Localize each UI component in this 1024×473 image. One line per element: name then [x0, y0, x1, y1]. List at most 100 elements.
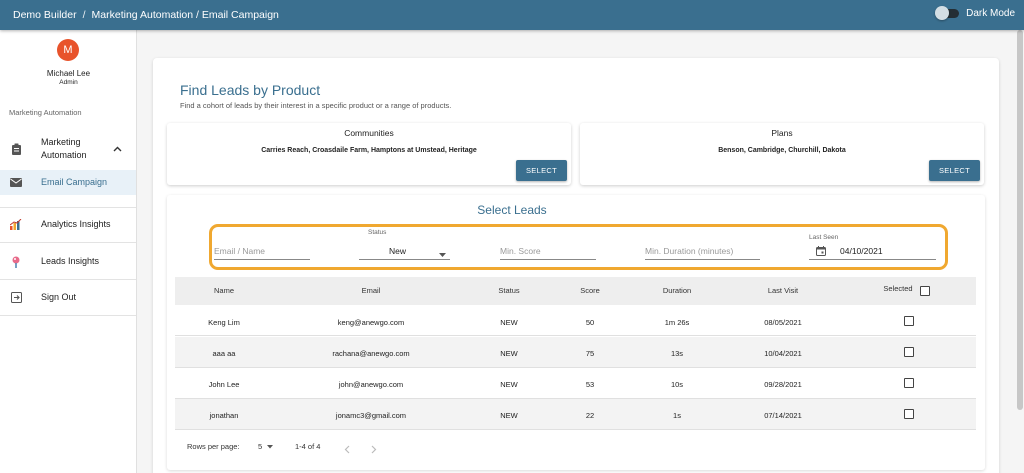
exit-icon [10, 292, 22, 304]
email-name-input[interactable]: Email / Name [214, 244, 310, 260]
page-title: Find Leads by Product [180, 82, 321, 98]
column-header-email[interactable]: Email [331, 286, 411, 295]
sidebar-item-label: Leads Insights [41, 256, 100, 266]
status-label: Status [368, 229, 387, 236]
dark-mode-control[interactable]: Dark Mode [935, 6, 1015, 20]
cell-status: NEW [500, 349, 518, 358]
cell-status: NEW [500, 411, 518, 420]
min-score-input[interactable]: Min. Score [500, 244, 596, 260]
scrollbar-thumb[interactable] [1017, 30, 1023, 410]
cell-email: john@anewgo.com [338, 380, 404, 389]
column-header-score[interactable]: Score [570, 286, 610, 295]
last-seen-label: Last Seen [809, 234, 839, 241]
cell-name: aaa aa [212, 349, 236, 358]
select-all-checkbox[interactable] [920, 286, 930, 296]
row-checkbox[interactable] [904, 347, 914, 357]
pagination-range: 1-4 of 4 [295, 442, 321, 451]
column-header-last-visit[interactable]: Last Visit [751, 286, 815, 295]
cell-last-visit: 09/28/2021 [764, 380, 802, 389]
dark-mode-label: Dark Mode [966, 8, 1015, 19]
sidebar-item-label: Analytics Insights [41, 219, 111, 229]
calendar-icon[interactable] [816, 246, 826, 258]
status-value: New [389, 246, 407, 256]
last-seen-value: 04/10/2021 [840, 246, 883, 256]
sidebar: M Michael Lee Admin Marketing Automation… [0, 30, 137, 473]
breadcrumb-root[interactable]: Demo Builder [13, 9, 77, 21]
previous-page-icon[interactable] [344, 441, 350, 459]
top-bar: Demo Builder / Marketing Automation / Em… [0, 0, 1024, 30]
status-select[interactable]: New [359, 244, 450, 260]
sidebar-section-label: Marketing Automation [9, 108, 82, 117]
cell-duration: 1s [673, 411, 681, 420]
plans-value: Benson, Cambridge, Churchill, Dakota [718, 147, 846, 154]
sidebar-item-label: Email Campaign [41, 177, 108, 187]
user-role: Admin [59, 79, 78, 86]
min-duration-input[interactable]: Min. Duration (minutes) [645, 244, 760, 260]
caret-down-icon [439, 249, 446, 259]
cell-email: rachana@anewgo.com [332, 349, 410, 358]
cell-email: jonamc3@gmail.com [335, 411, 407, 420]
page-subtitle: Find a cohort of leads by their interest… [180, 101, 452, 110]
cell-name: Keng Lim [208, 318, 240, 327]
cell-duration: 13s [670, 349, 684, 358]
cell-status: NEW [500, 318, 518, 327]
cell-name: jonathan [209, 411, 239, 420]
breadcrumb: Demo Builder / Marketing Automation / Em… [13, 9, 279, 21]
user-name: Michael Lee [46, 69, 91, 78]
cell-duration: 10s [670, 380, 684, 389]
row-checkbox[interactable] [904, 409, 914, 419]
email-name-placeholder: Email / Name [214, 246, 266, 256]
communities-card: Communities Carries Reach, Croasdaile Fa… [167, 123, 571, 185]
cell-score: 50 [585, 318, 595, 327]
cell-score: 22 [585, 411, 595, 420]
breadcrumb-current: Marketing Automation / Email Campaign [91, 9, 279, 21]
chevron-up-icon[interactable] [113, 144, 122, 154]
chart-icon [10, 219, 22, 231]
communities-value: Carries Reach, Croasdaile Farm, Hamptons… [261, 147, 477, 154]
cell-score: 75 [585, 349, 595, 358]
divider [0, 315, 136, 316]
caret-down-icon [267, 442, 274, 451]
cell-email: keng@anewgo.com [337, 318, 405, 327]
cell-status: NEW [500, 380, 518, 389]
sidebar-item-leads-insights[interactable]: Leads Insights [0, 249, 136, 274]
min-score-placeholder: Min. Score [500, 246, 541, 256]
row-checkbox[interactable] [904, 316, 914, 326]
plans-card: Plans Benson, Cambridge, Churchill, Dako… [580, 123, 984, 185]
clipboard-icon [10, 143, 22, 155]
column-header-selected: Selected [883, 284, 913, 293]
dark-mode-toggle[interactable] [935, 6, 960, 20]
column-header-status[interactable]: Status [489, 286, 529, 295]
sidebar-item-marketing-automation[interactable]: Marketing Automation [0, 134, 136, 164]
communities-select-button[interactable]: SELECT [516, 160, 567, 181]
cell-last-visit: 07/14/2021 [764, 411, 802, 420]
sidebar-item-email-campaign[interactable]: Email Campaign [0, 170, 136, 195]
last-seen-date-field[interactable]: 04/10/2021 [809, 244, 936, 260]
column-header-name[interactable]: Name [194, 286, 254, 295]
breadcrumb-separator: / [82, 9, 86, 21]
toggle-knob [935, 6, 950, 20]
avatar[interactable]: M [57, 39, 79, 61]
mail-icon [10, 177, 22, 189]
rows-per-page-select[interactable]: 5 [258, 442, 274, 451]
pin-icon [10, 256, 22, 268]
cell-last-visit: 10/04/2021 [764, 349, 802, 358]
divider [0, 279, 136, 280]
sidebar-item-sign-out[interactable]: Sign Out [0, 285, 136, 310]
plans-title: Plans [771, 128, 793, 138]
cell-duration: 1m 26s [664, 318, 690, 327]
next-page-icon[interactable] [371, 441, 377, 459]
cell-name: John Lee [208, 380, 240, 389]
sidebar-item-label: Marketing Automation [41, 137, 87, 160]
row-checkbox[interactable] [904, 378, 914, 388]
divider [0, 242, 136, 243]
rows-per-page-value: 5 [258, 442, 263, 451]
cell-last-visit: 08/05/2021 [764, 318, 802, 327]
column-header-duration[interactable]: Duration [652, 286, 702, 295]
plans-select-button[interactable]: SELECT [929, 160, 980, 181]
cell-score: 53 [585, 380, 595, 389]
select-leads-title: Select Leads [477, 203, 547, 217]
min-duration-placeholder: Min. Duration (minutes) [645, 246, 734, 256]
sidebar-item-label: Sign Out [41, 292, 77, 302]
rows-per-page-label: Rows per page: [187, 442, 240, 451]
